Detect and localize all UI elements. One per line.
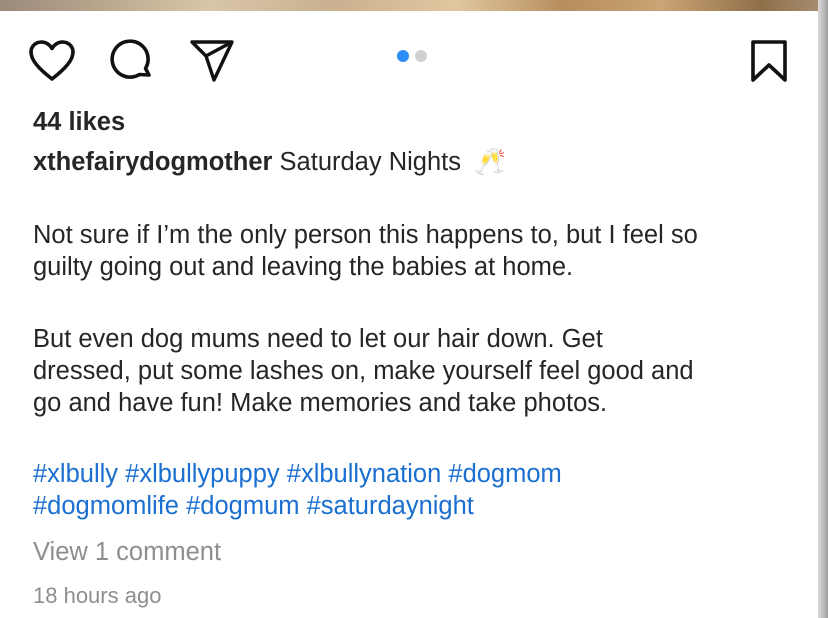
- caption-paragraph-1: Not sure if I’m the only person this hap…: [33, 219, 803, 283]
- caption-header: xthefairydogmother Saturday Nights 🥂: [33, 146, 803, 178]
- carousel-indicator: [397, 50, 427, 62]
- comment-button[interactable]: [107, 36, 157, 86]
- carousel-dot-active: [397, 50, 409, 62]
- share-button[interactable]: [187, 36, 237, 86]
- hashtag-link[interactable]: #dogmum: [186, 492, 299, 520]
- hashtag-link[interactable]: #dogmom: [448, 460, 561, 488]
- champagne-icon: 🥂: [474, 148, 506, 176]
- caption-line: guilty going out and leaving the babies …: [33, 253, 574, 281]
- caption-line: go and have fun! Make memories and take …: [33, 389, 608, 417]
- share-icon: [188, 38, 236, 84]
- caption-title: Saturday Nights: [279, 148, 461, 176]
- comment-icon: [108, 37, 156, 85]
- hashtag-link[interactable]: #dogmomlife: [33, 492, 179, 520]
- hashtag-link[interactable]: #saturdaynight: [307, 492, 474, 520]
- like-button[interactable]: [27, 36, 77, 86]
- caption-paragraph-2: But even dog mums need to let our hair d…: [33, 323, 803, 419]
- post-timestamp: 18 hours ago: [33, 583, 162, 608]
- hashtag-link[interactable]: #xlbullypuppy: [125, 460, 280, 488]
- hashtag-row: #xlbully #xlbullypuppy #xlbullynation #d…: [33, 458, 803, 490]
- username-link[interactable]: xthefairydogmother: [33, 148, 272, 176]
- hashtag-link[interactable]: #xlbully: [33, 460, 118, 488]
- caption-line: But even dog mums need to let our hair d…: [33, 325, 603, 353]
- bookmark-icon: [749, 39, 789, 83]
- post-action-bar: [0, 36, 810, 86]
- view-comments-link[interactable]: View 1 comment: [33, 536, 803, 568]
- post-details: 44 likes xthefairydogmother Saturday Nig…: [33, 106, 803, 612]
- save-button[interactable]: [744, 36, 794, 86]
- likes-count[interactable]: 44 likes: [33, 106, 803, 138]
- caption-line: Not sure if I’m the only person this hap…: [33, 221, 698, 249]
- caption-line: dressed, put some lashes on, make yourse…: [33, 357, 694, 385]
- screen-edge: [818, 0, 828, 618]
- post-photo-edge: [0, 0, 828, 11]
- hashtag-row: #dogmomlife #dogmum #saturdaynight: [33, 490, 803, 522]
- hashtag-link[interactable]: #xlbullynation: [287, 460, 442, 488]
- carousel-dot: [415, 50, 427, 62]
- heart-icon: [28, 39, 76, 83]
- hashtags: #xlbully #xlbullypuppy #xlbullynation #d…: [33, 458, 803, 522]
